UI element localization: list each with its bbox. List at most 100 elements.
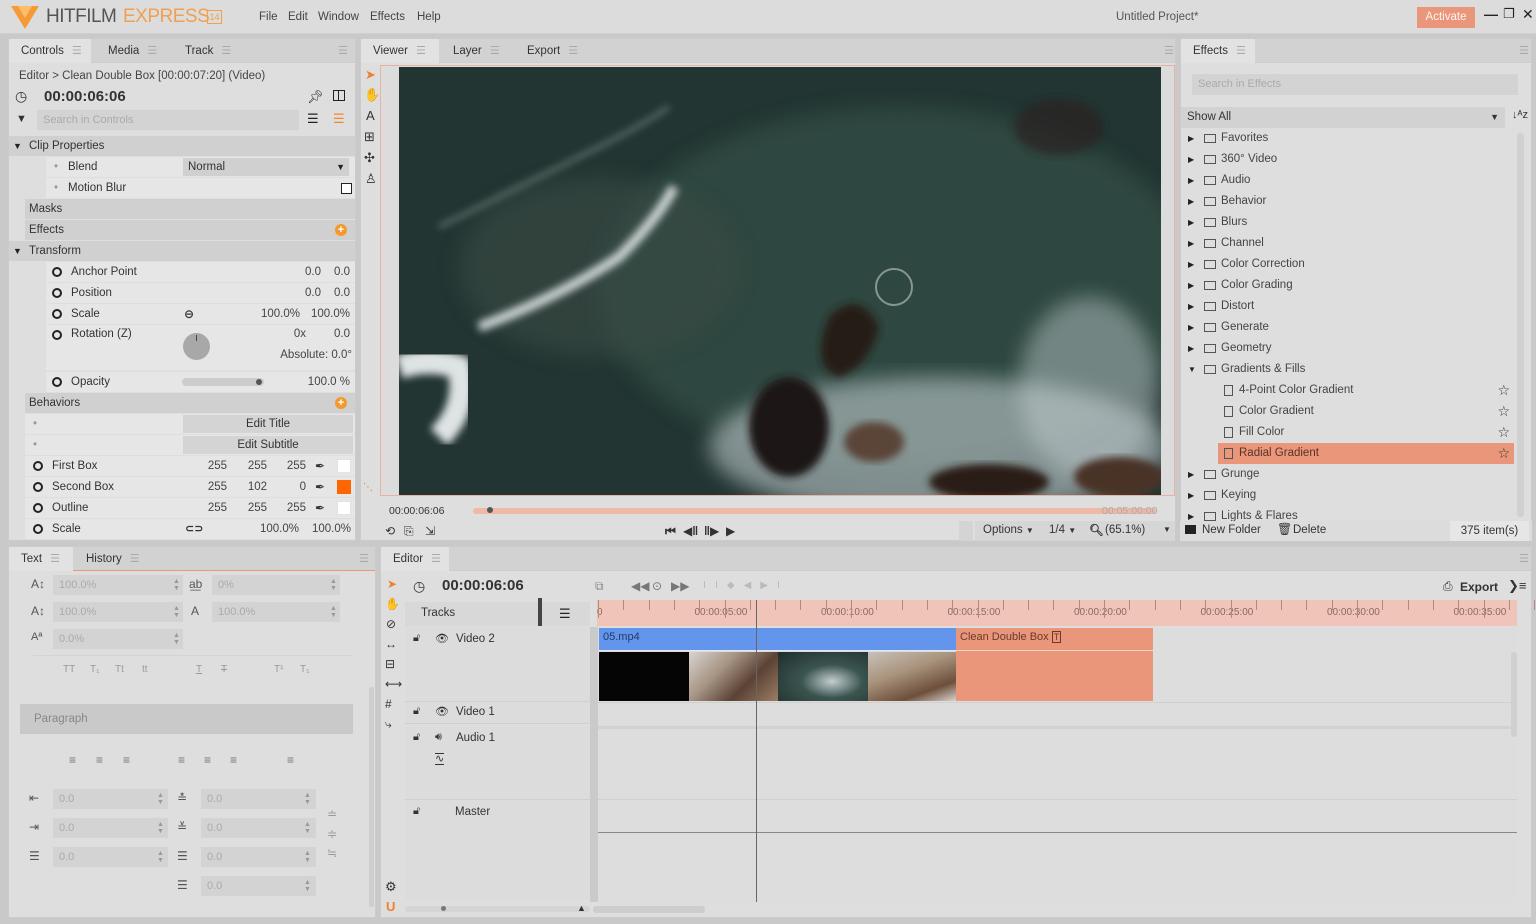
expand-arrow-icon[interactable]: ▶: [1188, 149, 1194, 170]
align-right-icon[interactable]: ≡: [123, 753, 130, 767]
scale-x-value[interactable]: 100.0%: [245, 519, 299, 539]
expand-arrow-icon[interactable]: ▶: [1188, 296, 1194, 317]
resolution-dropdown[interactable]: 1/4 ▼: [1049, 524, 1076, 536]
effects-folder[interactable]: ▶ Color Correction: [1186, 254, 1516, 275]
align-left-icon[interactable]: ≡: [69, 753, 76, 767]
expand-arrow-icon[interactable]: ▶: [1188, 170, 1194, 191]
effects-folder[interactable]: ▶ Channel: [1186, 233, 1516, 254]
slider-handle[interactable]: [441, 906, 446, 911]
expand-arrow-icon[interactable]: ▶: [1188, 485, 1194, 506]
timeline-horizontal-scrollbar[interactable]: [593, 906, 705, 913]
spinner-icon[interactable]: ▲ ▼: [304, 821, 311, 835]
effects-folder[interactable]: ▶ Behavior: [1186, 191, 1516, 212]
favorite-star-icon[interactable]: ☆: [1497, 422, 1510, 443]
effects-folder[interactable]: ▶ Distort: [1186, 296, 1516, 317]
visibility-eye-icon[interactable]: 👁︎: [435, 632, 449, 645]
tab-editor[interactable]: Editor ☰: [381, 547, 449, 571]
expand-arrow-icon[interactable]: ▶: [1188, 212, 1194, 233]
effects-folder[interactable]: ▼ Gradients & Fills: [1186, 359, 1516, 380]
scale-y-value[interactable]: 100.0%: [301, 519, 351, 539]
keyframe-toggle-icon[interactable]: [33, 524, 43, 534]
skip-to-start-icon[interactable]: ⏮: [665, 524, 676, 539]
keyframe-tools-icon[interactable]: ⅠⅠ◆◀▶Ⅰ: [703, 580, 789, 591]
new-folder-icon[interactable]: [1185, 525, 1196, 534]
tracks-menu-icon[interactable]: ☰: [559, 606, 571, 622]
lock-icon[interactable]: 🔓︎: [413, 731, 420, 744]
zoom-value[interactable]: (65.1%): [1105, 524, 1145, 536]
expand-arrow-icon[interactable]: ▶: [1188, 233, 1194, 254]
lock-icon[interactable]: 🔓︎: [413, 632, 420, 645]
spinner-icon[interactable]: ▲ ▼: [173, 578, 180, 592]
slide-tool-icon[interactable]: ⊟: [385, 657, 395, 671]
timeline-vertical-scrollbar[interactable]: [1511, 652, 1517, 737]
expand-arrow-icon[interactable]: ▶: [1188, 464, 1194, 485]
indent-right-input[interactable]: 0.0: [53, 818, 168, 838]
spinner-icon[interactable]: ▲ ▼: [304, 792, 311, 806]
strikethrough-button[interactable]: T: [221, 664, 227, 675]
effects-folder[interactable]: ▶ Geometry: [1186, 338, 1516, 359]
spinner-icon[interactable]: ▲ ▼: [157, 821, 164, 835]
favorite-star-icon[interactable]: ☆: [1497, 401, 1510, 422]
effects-folder[interactable]: ▶ Generate: [1186, 317, 1516, 338]
effects-folder[interactable]: ▶ Blurs: [1186, 212, 1516, 233]
first-line-indent-input[interactable]: 0.0: [53, 847, 168, 867]
favorite-star-icon[interactable]: ☆: [1497, 380, 1510, 401]
timeline-area[interactable]: 05.mp4 Clean Double Box T: [598, 600, 1517, 902]
menu-icon[interactable]: ☰: [50, 553, 60, 565]
editor-timecode[interactable]: 00:00:06:06: [442, 577, 524, 594]
tracking-input[interactable]: 0%: [212, 575, 340, 595]
playhead-handle[interactable]: [538, 598, 542, 626]
spinner-icon[interactable]: ▲ ▼: [330, 578, 337, 592]
expand-arrow-icon[interactable]: ▶: [1188, 128, 1194, 149]
expand-arrow-icon[interactable]: ▶: [1188, 506, 1194, 521]
justify-left-icon[interactable]: ≡: [178, 753, 185, 767]
audio-waveform-icon[interactable]: ∿: [435, 753, 445, 765]
settings-icon[interactable]: ⚙: [385, 879, 397, 895]
menu-icon[interactable]: ☰: [431, 553, 441, 565]
title-case-button[interactable]: Tt: [115, 664, 124, 675]
small-caps-button[interactable]: T₁: [90, 664, 99, 675]
spinner-icon[interactable]: ▲ ▼: [173, 632, 180, 646]
rate-stretch-tool-icon[interactable]: ⤷: [385, 717, 392, 732]
collapse-panel-icon[interactable]: ❯≡: [1508, 578, 1526, 594]
spinner-icon[interactable]: ▲ ▼: [330, 605, 337, 619]
slip-tool-icon[interactable]: ↔: [385, 637, 397, 651]
lock-icon[interactable]: 🔓︎: [413, 805, 420, 818]
effect-item[interactable]: Color Gradient ☆: [1218, 401, 1514, 422]
all-caps-button[interactable]: TT: [63, 664, 75, 675]
expand-arrow-icon[interactable]: ▶: [1188, 275, 1194, 296]
paragraph-spacing-input[interactable]: 0.0: [201, 876, 316, 896]
justify-center-icon[interactable]: ≡: [204, 753, 211, 767]
tab-text[interactable]: Text ☰: [9, 547, 73, 571]
effects-folder[interactable]: ▶ Color Grading: [1186, 275, 1516, 296]
vertical-align-bottom-icon[interactable]: ≒: [327, 846, 337, 860]
snap-magnet-icon[interactable]: U: [386, 899, 395, 914]
lowercase-button[interactable]: tt: [142, 664, 148, 675]
horizontal-scale-input[interactable]: 100.0%: [53, 602, 183, 622]
thumbnail-toggle-icon[interactable]: ⧉: [595, 579, 604, 594]
menu-icon[interactable]: ☰: [130, 553, 140, 565]
export-icon[interactable]: ⎙: [1443, 579, 1453, 594]
line-spacing-input[interactable]: 0.0: [201, 847, 316, 867]
vertical-scale-input[interactable]: 100.0%: [53, 575, 183, 595]
favorite-star-icon[interactable]: ☆: [1497, 443, 1510, 464]
effects-folder[interactable]: ▶ Favorites: [1186, 128, 1516, 149]
razor-tool-icon[interactable]: ⊘: [386, 617, 396, 631]
delete-button[interactable]: Delete: [1293, 524, 1326, 536]
next-keyframe-icon[interactable]: ▶▶: [671, 579, 689, 593]
paragraph-header[interactable]: Paragraph: [20, 704, 353, 734]
spinner-icon[interactable]: ▲ ▼: [304, 850, 311, 864]
panel-menu-icon[interactable]: ☰: [359, 552, 369, 565]
playhead-line[interactable]: [756, 600, 757, 902]
expand-arrow-icon[interactable]: ▶: [1188, 338, 1194, 359]
unlink-icon[interactable]: ⊂⊃: [185, 519, 203, 539]
loop-icon[interactable]: ⟲: [385, 524, 395, 538]
play-icon[interactable]: ▶: [726, 524, 735, 538]
stroke-scale-input[interactable]: 100.0%: [212, 602, 340, 622]
space-before-input[interactable]: 0.0: [201, 789, 316, 809]
spinner-icon[interactable]: ▲ ▼: [157, 792, 164, 806]
effects-folder[interactable]: ▶ Audio: [1186, 170, 1516, 191]
previous-keyframe-icon[interactable]: ◀◀: [631, 579, 649, 593]
lock-icon[interactable]: 🔓︎: [413, 705, 420, 718]
collapse-arrow-icon[interactable]: ▼: [1188, 359, 1196, 380]
